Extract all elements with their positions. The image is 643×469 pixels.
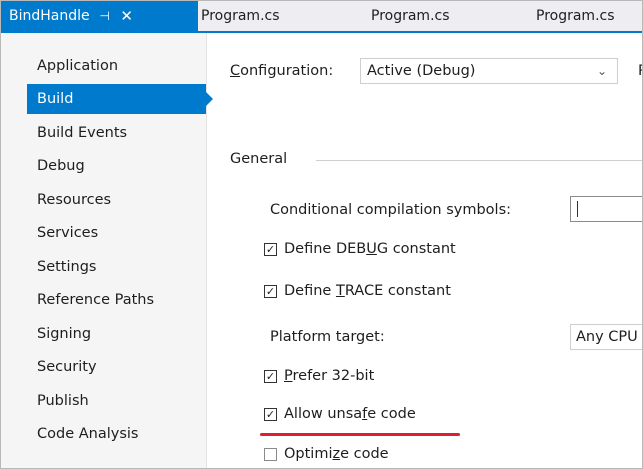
define-debug-label: Define DEBUG constant: [284, 241, 456, 257]
sidebar-item-signing[interactable]: Signing: [27, 319, 206, 349]
sidebar-item-services[interactable]: Services: [27, 218, 206, 248]
sidebar-item-security[interactable]: Security: [27, 352, 206, 382]
sidebar-item-reference-paths[interactable]: Reference Paths: [27, 285, 206, 315]
prefer-32bit-label: Prefer 32-bit: [284, 368, 375, 384]
conditional-symbols-input[interactable]: [570, 196, 642, 222]
allow-unsafe-code-checkbox[interactable]: ✓ Allow unsafe code: [264, 406, 416, 422]
platform-target-select[interactable]: Any CPU: [570, 324, 642, 350]
general-section-title: General: [230, 151, 288, 167]
tab-label: Program.cs: [536, 8, 615, 24]
build-settings-panel: Configuration: Active (Debug) ⌄ P Genera…: [208, 33, 642, 468]
tab-label: BindHandle: [9, 8, 90, 24]
properties-sidebar: Application Build Build Events Debug Res…: [1, 33, 207, 468]
sidebar-item-application[interactable]: Application: [27, 51, 206, 81]
allow-unsafe-code-label: Allow unsafe code: [284, 406, 416, 422]
sidebar-item-code-analysis[interactable]: Code Analysis: [27, 419, 206, 449]
conditional-symbols-label: Conditional compilation symbols:: [270, 202, 512, 218]
tab-program-cs-3[interactable]: Program.cs: [536, 1, 615, 31]
sidebar-item-build-events[interactable]: Build Events: [27, 118, 206, 148]
platform-target-value: Any CPU: [576, 329, 638, 345]
chevron-down-icon: ⌄: [596, 64, 607, 78]
checkbox-checked-icon: ✓: [264, 242, 277, 256]
define-trace-checkbox[interactable]: ✓ Define TRACE constant: [264, 283, 451, 299]
checkbox-checked-icon: ✓: [264, 369, 277, 383]
platform-target-label: Platform target:: [270, 329, 385, 345]
configuration-select[interactable]: Active (Debug) ⌄: [360, 58, 618, 84]
checkbox-checked-icon: ✓: [264, 284, 277, 298]
document-tab-strip: BindHandle ⊣ ✕ Program.cs Program.cs Pro…: [1, 1, 642, 33]
close-icon[interactable]: ✕: [120, 7, 134, 25]
tab-bindhandle[interactable]: BindHandle ⊣ ✕: [1, 1, 198, 31]
sidebar-item-resources[interactable]: Resources: [27, 185, 206, 215]
platform-label-clipped: P: [638, 63, 642, 79]
section-divider: [316, 160, 642, 161]
checkbox-unchecked-icon: [264, 447, 277, 461]
project-properties-window: BindHandle ⊣ ✕ Program.cs Program.cs Pro…: [0, 0, 643, 469]
tab-label: Program.cs: [371, 8, 450, 24]
define-trace-label: Define TRACE constant: [284, 283, 451, 299]
sidebar-item-build[interactable]: Build: [27, 84, 206, 114]
sidebar-item-publish[interactable]: Publish: [27, 386, 206, 416]
checkbox-checked-icon: ✓: [264, 407, 277, 421]
tab-label: Program.cs: [201, 8, 280, 24]
pin-icon[interactable]: ⊣: [98, 9, 112, 23]
tab-program-cs-2[interactable]: Program.cs: [371, 1, 450, 31]
configuration-label: Configuration:: [230, 63, 334, 79]
prefer-32bit-checkbox[interactable]: ✓ Prefer 32-bit: [264, 368, 374, 384]
tab-program-cs-1[interactable]: Program.cs: [201, 1, 280, 31]
highlight-underline: [260, 433, 460, 436]
text-caret: [577, 201, 578, 217]
configuration-value: Active (Debug): [367, 63, 476, 79]
sidebar-item-debug[interactable]: Debug: [27, 151, 206, 181]
optimize-code-label: Optimize code: [284, 446, 389, 462]
optimize-code-checkbox[interactable]: Optimize code: [264, 446, 389, 462]
sidebar-item-settings[interactable]: Settings: [27, 252, 206, 282]
define-debug-checkbox[interactable]: ✓ Define DEBUG constant: [264, 241, 456, 257]
